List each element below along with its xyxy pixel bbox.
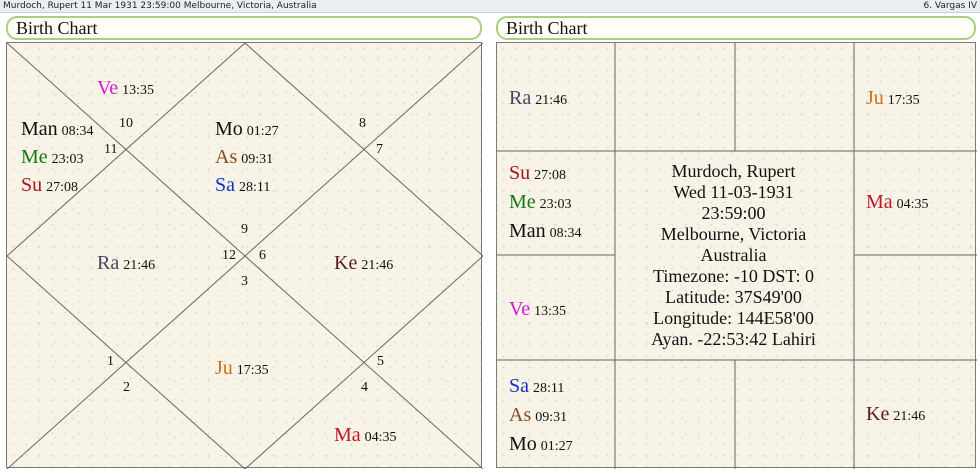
house-number-12: 12 bbox=[222, 248, 236, 263]
house-number-8: 8 bbox=[359, 116, 366, 131]
si-planet-venus-degree: 13:35 bbox=[534, 304, 566, 319]
planet-mandi-degree: 08:34 bbox=[61, 124, 94, 139]
si-planet-moon[interactable]: Mo 01:27 bbox=[509, 433, 573, 458]
house-number-5: 5 bbox=[377, 354, 384, 369]
si-planet-mercury[interactable]: Me 23:03 bbox=[509, 191, 572, 216]
house-number-6: 6 bbox=[259, 248, 266, 263]
planet-mars[interactable]: Ma 04:35 bbox=[334, 424, 397, 449]
planet-jupiter[interactable]: Ju 17:35 bbox=[215, 357, 269, 382]
si-planet-mars-degree: 04:35 bbox=[896, 197, 929, 212]
house-number-2: 2 bbox=[123, 380, 130, 395]
birth-timezone: Timezone: -10 DST: 0 bbox=[653, 265, 814, 286]
planet-ketu[interactable]: Ke 21:46 bbox=[334, 252, 393, 277]
planet-rahu-name: Ra bbox=[97, 252, 120, 274]
si-planet-mars[interactable]: Ma 04:35 bbox=[866, 191, 929, 216]
si-ascendant-name: As bbox=[509, 404, 532, 426]
planet-rahu[interactable]: Ra 21:46 bbox=[97, 252, 155, 277]
si-planet-mercury-name: Me bbox=[509, 191, 536, 213]
si-planet-jupiter-degree: 17:35 bbox=[887, 93, 920, 108]
birth-ayanamsa: Ayan. -22:53:42 Lahiri bbox=[651, 328, 816, 349]
si-planet-mercury-degree: 23:03 bbox=[539, 197, 572, 212]
planet-mercury[interactable]: Me 23:03 bbox=[21, 146, 84, 171]
house-number-7: 7 bbox=[376, 142, 383, 157]
planet-ketu-name: Ke bbox=[334, 252, 358, 274]
house-number-9: 9 bbox=[241, 222, 248, 237]
planet-saturn-name: Sa bbox=[215, 174, 235, 196]
planet-saturn[interactable]: Sa 28:11 bbox=[215, 174, 270, 199]
birth-details-block: Murdoch, Rupert Wed 11-03-1931 23:59:00 … bbox=[614, 152, 853, 358]
si-planet-sun[interactable]: Su 27:08 bbox=[509, 162, 566, 187]
birth-longitude: Longitude: 144E58'00 bbox=[653, 307, 814, 328]
planet-jupiter-degree: 17:35 bbox=[236, 363, 269, 378]
house-number-10: 10 bbox=[119, 116, 133, 131]
birth-latitude: Latitude: 37S49'00 bbox=[665, 286, 802, 307]
planet-moon-name: Mo bbox=[215, 118, 243, 140]
si-planet-sun-name: Su bbox=[509, 162, 531, 184]
ascendant[interactable]: As 09:31 bbox=[215, 146, 273, 171]
ascendant-name: As bbox=[215, 146, 238, 168]
birth-country: Australia bbox=[700, 244, 767, 265]
planet-jupiter-name: Ju bbox=[215, 357, 233, 379]
si-ascendant-degree: 09:31 bbox=[535, 410, 568, 425]
planet-rahu-degree: 21:46 bbox=[123, 258, 156, 273]
left-chart-title-text: Birth Chart bbox=[16, 18, 98, 38]
planet-venus-name: Ve bbox=[97, 77, 119, 99]
si-planet-mandi[interactable]: Man 08:34 bbox=[509, 220, 582, 245]
planet-saturn-degree: 28:11 bbox=[239, 180, 271, 195]
planet-sun-name: Su bbox=[21, 174, 43, 196]
si-planet-mars-name: Ma bbox=[866, 191, 893, 213]
north-indian-chart-lines bbox=[7, 43, 483, 469]
si-planet-jupiter[interactable]: Ju 17:35 bbox=[866, 87, 920, 112]
si-planet-sun-degree: 27:08 bbox=[534, 168, 567, 183]
si-planet-moon-degree: 01:27 bbox=[540, 439, 573, 454]
si-planet-mandi-degree: 08:34 bbox=[549, 226, 582, 241]
si-planet-saturn[interactable]: Sa 28:11 bbox=[509, 375, 564, 400]
si-planet-ketu-degree: 21:46 bbox=[893, 409, 926, 424]
si-planet-moon-name: Mo bbox=[509, 433, 537, 455]
si-planet-rahu-degree: 21:46 bbox=[535, 93, 568, 108]
planet-mercury-name: Me bbox=[21, 146, 48, 168]
birth-name: Murdoch, Rupert bbox=[671, 160, 796, 181]
planet-mars-name: Ma bbox=[334, 424, 361, 446]
si-ascendant[interactable]: As 09:31 bbox=[509, 404, 567, 429]
house-number-1: 1 bbox=[107, 354, 114, 369]
planet-venus-degree: 13:35 bbox=[122, 83, 154, 98]
si-planet-mandi-name: Man bbox=[509, 220, 546, 242]
house-number-3: 3 bbox=[241, 274, 248, 289]
planet-sun-degree: 27:08 bbox=[46, 180, 79, 195]
right-chart-title-text: Birth Chart bbox=[506, 18, 588, 38]
ascendant-degree: 09:31 bbox=[241, 152, 274, 167]
house-number-4: 4 bbox=[361, 380, 368, 395]
planet-moon-degree: 01:27 bbox=[246, 124, 279, 139]
si-planet-venus-name: Ve bbox=[509, 298, 531, 320]
left-chart-title: Birth Chart bbox=[6, 16, 482, 40]
si-planet-jupiter-name: Ju bbox=[866, 87, 884, 109]
si-planet-saturn-degree: 28:11 bbox=[533, 381, 565, 396]
right-chart-title: Birth Chart bbox=[496, 16, 976, 40]
si-planet-saturn-name: Sa bbox=[509, 375, 529, 397]
left-chart-panel[interactable]: 10 11 8 7 9 12 6 3 1 2 5 4 Ve 13:35 Man 08… bbox=[6, 42, 483, 469]
si-planet-ketu-name: Ke bbox=[866, 403, 890, 425]
planet-venus[interactable]: Ve 13:35 bbox=[97, 77, 154, 102]
titlebar-native-info: Murdoch, Rupert 11 Mar 1931 23:59:00 Mel… bbox=[3, 1, 317, 11]
birth-time: 23:59:00 bbox=[701, 202, 766, 223]
si-planet-rahu-name: Ra bbox=[509, 87, 532, 109]
planet-mandi[interactable]: Man 08:34 bbox=[21, 118, 94, 143]
si-planet-rahu[interactable]: Ra 21:46 bbox=[509, 87, 567, 112]
planet-moon[interactable]: Mo 01:27 bbox=[215, 118, 279, 143]
si-planet-venus[interactable]: Ve 13:35 bbox=[509, 298, 566, 323]
planet-ketu-degree: 21:46 bbox=[361, 258, 394, 273]
si-planet-ketu[interactable]: Ke 21:46 bbox=[866, 403, 925, 428]
planet-mars-degree: 04:35 bbox=[364, 430, 397, 445]
planet-sun[interactable]: Su 27:08 bbox=[21, 174, 78, 199]
planet-mercury-degree: 23:03 bbox=[51, 152, 84, 167]
birth-place: Melbourne, Victoria bbox=[660, 223, 807, 244]
planet-mandi-name: Man bbox=[21, 118, 58, 140]
birth-date: Wed 11-03-1931 bbox=[673, 181, 794, 202]
window-titlebar: Murdoch, Rupert 11 Mar 1931 23:59:00 Mel… bbox=[0, 0, 980, 13]
titlebar-chart-type: 6. Vargas IV bbox=[923, 1, 977, 11]
house-number-11: 11 bbox=[104, 142, 118, 157]
